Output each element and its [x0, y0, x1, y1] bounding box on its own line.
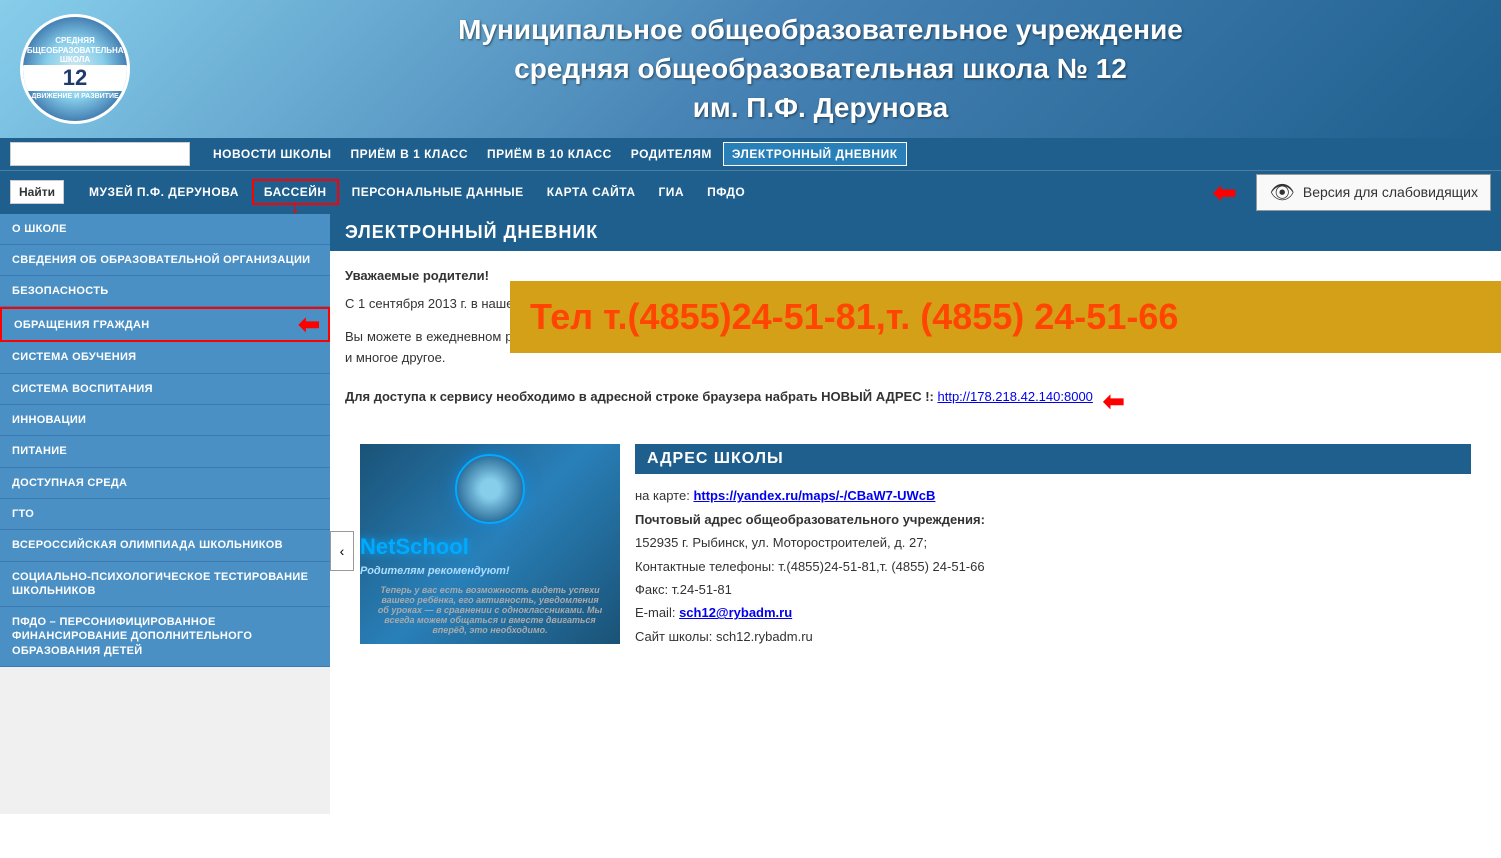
- nav-link-personal[interactable]: ПЕРСОНАЛЬНЫЕ ДАННЫЕ: [342, 181, 534, 203]
- address-line-2: Контактные телефоны: т.(4855)24-51-81,т.…: [635, 555, 1471, 578]
- nav-link-pfdo[interactable]: ПФДО: [697, 181, 755, 203]
- sidebar-item-sistema-obucheniya[interactable]: СИСТЕМА ОБУЧЕНИЯ: [0, 342, 330, 373]
- content-title: ЭЛЕКТРОННЫЙ ДНЕВНИК: [345, 222, 598, 242]
- accessibility-button[interactable]: 👁 Версия для слабовидящих: [1256, 174, 1491, 211]
- main-layout: О ШКОЛЕ СВЕДЕНИЯ ОБ ОБРАЗОВАТЕЛЬНОЙ ОРГА…: [0, 214, 1501, 814]
- bottom-nav-links: МУЗЕЙ П.Ф. ДЕРУНОВА БАССЕЙН ↓ ПЕРСОНАЛЬН…: [79, 181, 1193, 203]
- phone-number: Тел т.(4855)24-51-81,т. (4855) 24-51-66: [530, 296, 1178, 337]
- nav-area: НОВОСТИ ШКОЛЫ ПРИЁМ В 1 КЛАСС ПРИЁМ В 10…: [0, 138, 1501, 214]
- sidebar-item-obrashcheniya-container: ОБРАЩЕНИЯ ГРАЖДАН ⬅: [0, 307, 330, 342]
- search-area: [10, 142, 190, 166]
- main-content: ЭЛЕКТРОННЫЙ ДНЕВНИК Тел т.(4855)24-51-81…: [330, 214, 1501, 814]
- top-nav-links: НОВОСТИ ШКОЛЫ ПРИЁМ В 1 КЛАСС ПРИЁМ В 10…: [205, 142, 1491, 166]
- netschool-panel: ‹ NetSchool Родителям рекомендуют! Тепер…: [345, 444, 620, 658]
- sidebar: О ШКОЛЕ СВЕДЕНИЯ ОБ ОБРАЗОВАТЕЛЬНОЙ ОРГА…: [0, 214, 330, 814]
- map-link[interactable]: https://yandex.ru/maps/-/CBaW7-UWcB: [693, 488, 935, 503]
- sidebar-item-innovatsii[interactable]: ИННОВАЦИИ: [0, 405, 330, 436]
- nav-link-novosti[interactable]: НОВОСТИ ШКОЛЫ: [205, 143, 339, 165]
- netschool-recommend: Родителям рекомендуют!: [360, 565, 620, 577]
- para4-prefix: Для доступа к сервису необходимо в адрес…: [345, 389, 934, 404]
- sidebar-item-sistema-vospitaniya[interactable]: СИСТЕМА ВОСПИТАНИЯ: [0, 374, 330, 405]
- red-arrow-container: ⬅: [1213, 176, 1236, 209]
- nav-link-priem10[interactable]: ПРИЁМ В 10 КЛАСС: [479, 143, 620, 165]
- sidebar-item-gto[interactable]: ГТО: [0, 499, 330, 530]
- sidebar-item-obrashcheniya[interactable]: ОБРАЩЕНИЯ ГРАЖДАН: [2, 310, 290, 340]
- nav-row-2: Найти МУЗЕЙ П.Ф. ДЕРУНОВА БАССЕЙН ↓ ПЕРС…: [0, 170, 1501, 214]
- address-line-5: Сайт школы: sch12.rybadm.ru: [635, 625, 1471, 648]
- map-label: на карте:: [635, 488, 690, 503]
- page-header: СРЕДНЯЯ ОБЩЕОБРАЗОВАТЕЛЬНАЯ ШКОЛА 12 ДВИ…: [0, 0, 1501, 138]
- eye-icon: 👁: [1269, 180, 1294, 205]
- search-button[interactable]: Найти: [10, 180, 64, 204]
- phone-banner: Тел т.(4855)24-51-81,т. (4855) 24-51-66: [510, 281, 1501, 353]
- nav-link-dnevnik[interactable]: ЭЛЕКТРОННЫЙ ДНЕВНИК: [723, 142, 907, 166]
- bassein-nav-container: БАССЕЙН ↓: [252, 183, 339, 201]
- address-line-1: 152935 г. Рыбинск, ул. Моторостроителей,…: [635, 531, 1471, 554]
- carousel-prev-button[interactable]: ‹: [330, 531, 354, 571]
- netschool-title-area: NetSchool Родителям рекомендуют! Теперь …: [360, 534, 620, 635]
- red-arrow-left-icon: ⬅: [1213, 177, 1236, 208]
- sidebar-item-olimpiada[interactable]: ВСЕРОССИЙСКАЯ ОЛИМПИАДА ШКОЛЬНИКОВ: [0, 530, 330, 561]
- red-arrow-link-icon: ⬅: [1103, 381, 1125, 423]
- netschool-label: NetSchool: [360, 534, 620, 560]
- title-line3: им. П.Ф. Дерунова: [693, 92, 948, 123]
- nav-row-1: НОВОСТИ ШКОЛЫ ПРИЁМ В 1 КЛАСС ПРИЁМ В 10…: [0, 138, 1501, 170]
- sidebar-item-bezopasnost[interactable]: БЕЗОПАСНОСТЬ: [0, 276, 330, 307]
- nav-link-priem1[interactable]: ПРИЁМ В 1 КЛАСС: [342, 143, 476, 165]
- netschool-link[interactable]: http://178.218.42.140:8000: [937, 389, 1092, 404]
- netschool-sub: Родителям рекомендуют!: [360, 565, 510, 577]
- nav-link-roditelyam[interactable]: РОДИТЕЛЯМ: [623, 143, 720, 165]
- address-block: АДРЕС ШКОЛЫ на карте: https://yandex.ru/…: [620, 434, 1486, 658]
- address-title: АДРЕС ШКОЛЫ: [647, 450, 784, 467]
- netschool-image: NetSchool Родителям рекомендуют! Теперь …: [360, 444, 620, 644]
- nav-link-muzey[interactable]: МУЗЕЙ П.Ф. ДЕРУНОВА: [79, 181, 249, 203]
- email-link[interactable]: sch12@rybadm.ru: [679, 605, 792, 620]
- nav-link-gia[interactable]: ГИА: [649, 181, 695, 203]
- address-line-3: Факс: т.24-51-81: [635, 578, 1471, 601]
- content-header: ЭЛЕКТРОННЫЙ ДНЕВНИК: [330, 214, 1501, 251]
- sidebar-item-dostupnaya-sreda[interactable]: ДОСТУПНАЯ СРЕДА: [0, 468, 330, 499]
- red-arrow-sidebar-icon: ⬅: [290, 309, 328, 340]
- sidebar-item-svedeniya[interactable]: СВЕДЕНИЯ ОБ ОБРАЗОВАТЕЛЬНОЙ ОРГАНИЗАЦИИ: [0, 245, 330, 276]
- title-line1: Муниципальное общеобразовательное учрежд…: [458, 14, 1183, 45]
- school-title: Муниципальное общеобразовательное учрежд…: [160, 10, 1481, 128]
- content-body: Тел т.(4855)24-51-81,т. (4855) 24-51-66 …: [330, 251, 1501, 674]
- nav-link-karta[interactable]: КАРТА САЙТА: [537, 181, 646, 203]
- email-label: E-mail:: [635, 605, 679, 620]
- para1: Уважаемые родители!: [345, 268, 489, 283]
- address-header: АДРЕС ШКОЛЫ: [635, 444, 1471, 474]
- school-logo: СРЕДНЯЯ ОБЩЕОБРАЗОВАТЕЛЬНАЯ ШКОЛА 12 ДВИ…: [20, 14, 140, 124]
- accessibility-label: Версия для слабовидящих: [1303, 184, 1478, 200]
- sidebar-item-o-shkole[interactable]: О ШКОЛЕ: [0, 214, 330, 245]
- address-line-0: Почтовый адрес общеобразовательного учре…: [635, 512, 985, 527]
- sidebar-item-psikhologicheskoe[interactable]: СОЦИАЛЬНО-ПСИХОЛОГИЧЕСКОЕ ТЕСТИРОВАНИЕ Ш…: [0, 562, 330, 608]
- text-block-3: Для доступа к сервису необходимо в адрес…: [345, 381, 1486, 423]
- sidebar-item-pfdo[interactable]: ПФДО – ПЕРСОНИФИЦИРОВАННОЕ ФИНАНСИРОВАНИ…: [0, 607, 330, 667]
- search-input[interactable]: [10, 142, 190, 166]
- bottom-section: ‹ NetSchool Родителям рекомендуют! Тепер…: [345, 434, 1486, 658]
- netschool-desc: Теперь у вас есть возможность видеть усп…: [360, 585, 620, 635]
- globe-icon: [455, 454, 525, 524]
- address-text: на карте: https://yandex.ru/maps/-/CBaW7…: [635, 484, 1471, 648]
- arrow-down-icon: ↓: [290, 196, 300, 219]
- title-line2: средняя общеобразовательная школа № 12: [514, 53, 1127, 84]
- sidebar-item-pitanie[interactable]: ПИТАНИЕ: [0, 436, 330, 467]
